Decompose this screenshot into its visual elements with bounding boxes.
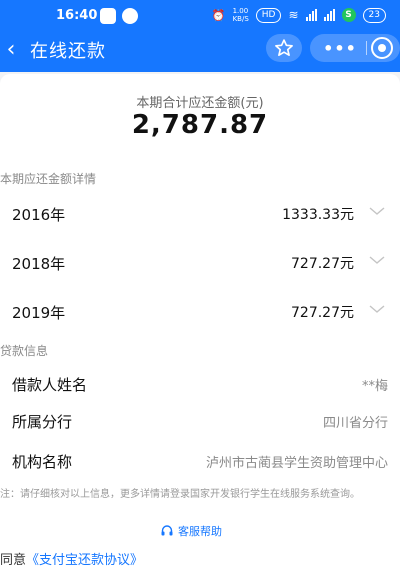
signal-icon-2	[323, 9, 335, 21]
target-icon	[378, 44, 386, 52]
borrower-name-row: 借款人姓名 **梅	[0, 368, 400, 402]
chevron-down-icon	[369, 256, 385, 264]
year-amount: 1333.33元	[282, 207, 354, 223]
nav-bar: ‹ 在线还款 •••	[0, 30, 400, 70]
customer-service-label: 客服帮助	[178, 525, 222, 538]
status-time: 16:40	[56, 8, 98, 23]
top-bar: 16:40 ⏰ 1.00 KB/S HD ≋ S 23 ‹ 在线还款 •••	[0, 0, 400, 72]
status-bar: 16:40 ⏰ 1.00 KB/S HD ≋ S 23	[0, 0, 400, 32]
net-speed: 1.00 KB/S	[232, 7, 249, 23]
year-label: 2018年	[12, 255, 66, 273]
signal-icon	[305, 9, 317, 21]
favorite-button[interactable]	[266, 34, 302, 62]
agreement-line: 同意《支付宝还款协议》	[0, 549, 143, 568]
back-button[interactable]: ‹	[0, 34, 22, 64]
battery-indicator: 23	[362, 7, 386, 23]
agree-prefix: 同意	[0, 553, 27, 568]
agreement-link[interactable]: 《支付宝还款协议》	[26, 553, 143, 568]
info-value: 四川省分行	[322, 416, 388, 431]
info-value: 泸州市古蔺县学生资助管理中心	[205, 456, 388, 471]
branch-row: 所属分行 四川省分行	[0, 405, 400, 439]
detail-section-title: 本期应还金额详情	[0, 172, 97, 186]
chevron-down-icon	[369, 207, 385, 215]
alarm-icon: ⏰	[211, 8, 226, 22]
more-button[interactable]: •••	[322, 34, 358, 62]
institution-row: 机构名称 泸州市古蔺县学生资助管理中心	[0, 445, 400, 479]
year-row[interactable]: 2018年 727.27元	[0, 243, 400, 283]
year-amount: 727.27元	[291, 256, 354, 272]
headset-icon	[161, 525, 173, 536]
total-due-label: 本期合计应还金额(元)	[136, 96, 264, 111]
loan-section-title: 贷款信息	[0, 344, 49, 358]
info-label: 借款人姓名	[12, 376, 88, 394]
chevron-down-icon	[369, 305, 385, 313]
notification-chat-icon	[122, 8, 138, 24]
star-icon	[275, 39, 293, 57]
page-title: 在线还款	[30, 41, 106, 62]
year-row[interactable]: 2016年 1333.33元	[0, 194, 400, 234]
capsule-divider	[366, 41, 367, 55]
total-due-amount: 2,787.87	[131, 110, 269, 140]
wifi-icon: ≋	[288, 8, 299, 22]
close-mini-program-button[interactable]	[371, 37, 393, 59]
notification-app-icon	[100, 8, 116, 24]
info-label: 机构名称	[12, 453, 73, 471]
hd-badge: HD	[255, 7, 282, 23]
info-value: **梅	[361, 379, 388, 394]
customer-service-button[interactable]: 客服帮助	[160, 523, 222, 539]
info-label: 所属分行	[12, 413, 73, 431]
sim-badge: S	[341, 8, 356, 22]
year-amount: 727.27元	[291, 305, 354, 321]
year-label: 2016年	[12, 206, 66, 224]
status-right: ⏰ 1.00 KB/S HD ≋ S 23	[212, 7, 386, 23]
year-row[interactable]: 2019年 727.27元	[0, 292, 400, 332]
year-label: 2019年	[12, 304, 66, 322]
notice-text: 注：请仔细核对以上信息，更多详情请登录国家开发银行学生在线服务系统查询。	[0, 489, 360, 500]
repayment-card: 本期合计应还金额(元) 2,787.87 本期应还金额详情 2016年 1333…	[0, 74, 400, 579]
mini-program-capsule: •••	[310, 34, 400, 62]
